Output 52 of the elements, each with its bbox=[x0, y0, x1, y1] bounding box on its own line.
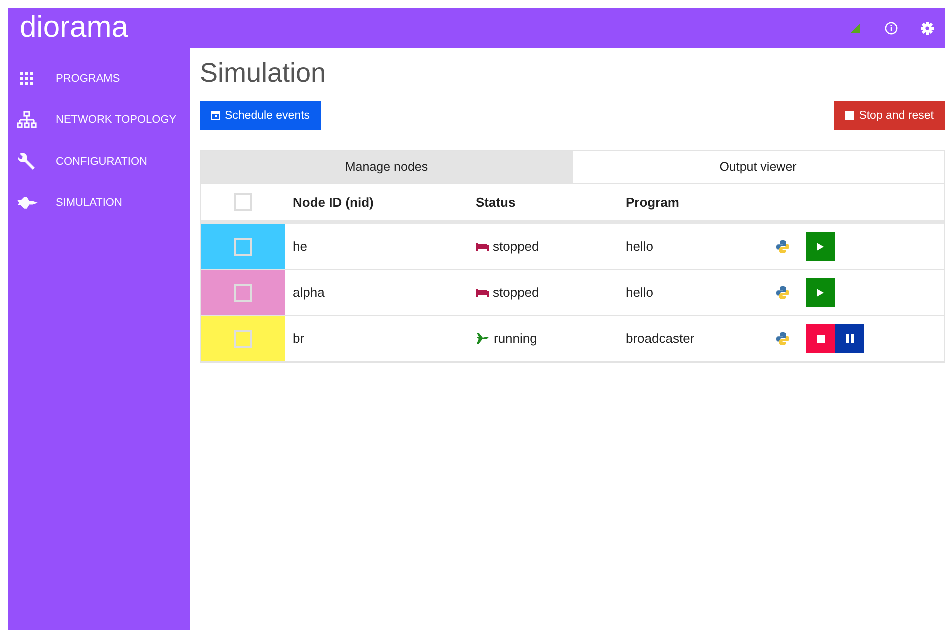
play-button[interactable] bbox=[806, 278, 835, 307]
status-text: stopped bbox=[493, 285, 540, 300]
signal-icon bbox=[850, 24, 860, 32]
checkbox[interactable] bbox=[234, 238, 252, 256]
column-header: Node ID (nid) bbox=[292, 194, 375, 210]
play-icon bbox=[817, 288, 824, 296]
status-text: running bbox=[494, 331, 538, 346]
sidebar-item[interactable]: NETWORK TOPOLOGY bbox=[8, 100, 190, 141]
checkbox[interactable] bbox=[234, 330, 252, 348]
hierarchy-icon bbox=[17, 111, 37, 130]
play-button[interactable] bbox=[806, 232, 835, 261]
wrench-icon bbox=[17, 152, 37, 172]
grid-icon bbox=[20, 72, 34, 86]
python-icon bbox=[776, 332, 790, 346]
page-title: Simulation bbox=[200, 58, 328, 89]
space-shuttle-icon bbox=[16, 196, 38, 210]
program-name: hello bbox=[625, 285, 654, 300]
stop-button[interactable] bbox=[806, 324, 835, 353]
sidebar-label: NETWORK TOPOLOGY bbox=[56, 114, 177, 126]
sidebar-label: PROGRAMS bbox=[56, 72, 120, 85]
python-icon bbox=[776, 240, 790, 254]
stop-and-reset-button[interactable]: Stop and reset bbox=[834, 101, 945, 130]
app-logo: diorama bbox=[20, 11, 130, 45]
sidebar-label: SIMULATION bbox=[56, 197, 122, 210]
stop-icon bbox=[845, 111, 854, 120]
bed-icon bbox=[476, 288, 489, 296]
python-icon bbox=[776, 286, 790, 300]
status-text: stopped bbox=[493, 239, 540, 254]
pause-icon bbox=[846, 334, 854, 343]
node-id: br bbox=[292, 331, 306, 346]
sidebar-item[interactable]: SIMULATION bbox=[8, 182, 190, 224]
settings-icon[interactable] bbox=[920, 22, 934, 34]
program-name: broadcaster bbox=[625, 331, 696, 346]
node-id: alpha bbox=[292, 285, 326, 300]
tab[interactable]: Manage nodes bbox=[201, 151, 572, 183]
play-icon bbox=[817, 242, 824, 250]
column-header: Program bbox=[625, 194, 680, 210]
info-icon[interactable] bbox=[884, 22, 898, 34]
column-header: Status bbox=[475, 194, 517, 210]
pause-button[interactable] bbox=[835, 324, 864, 353]
plane-icon bbox=[476, 332, 490, 346]
sidebar-label: CONFIGURATION bbox=[56, 156, 148, 168]
node-id: he bbox=[292, 239, 308, 254]
checkbox[interactable] bbox=[234, 193, 252, 211]
calendar-icon bbox=[211, 111, 220, 120]
schedule-events-button[interactable]: Schedule events bbox=[200, 101, 322, 130]
sidebar-item[interactable]: PROGRAMS bbox=[8, 58, 190, 100]
bed-icon bbox=[476, 242, 489, 250]
sidebar-item[interactable]: CONFIGURATION bbox=[8, 141, 190, 182]
stop-icon bbox=[816, 334, 824, 342]
program-name: hello bbox=[625, 239, 654, 254]
checkbox[interactable] bbox=[234, 284, 252, 302]
